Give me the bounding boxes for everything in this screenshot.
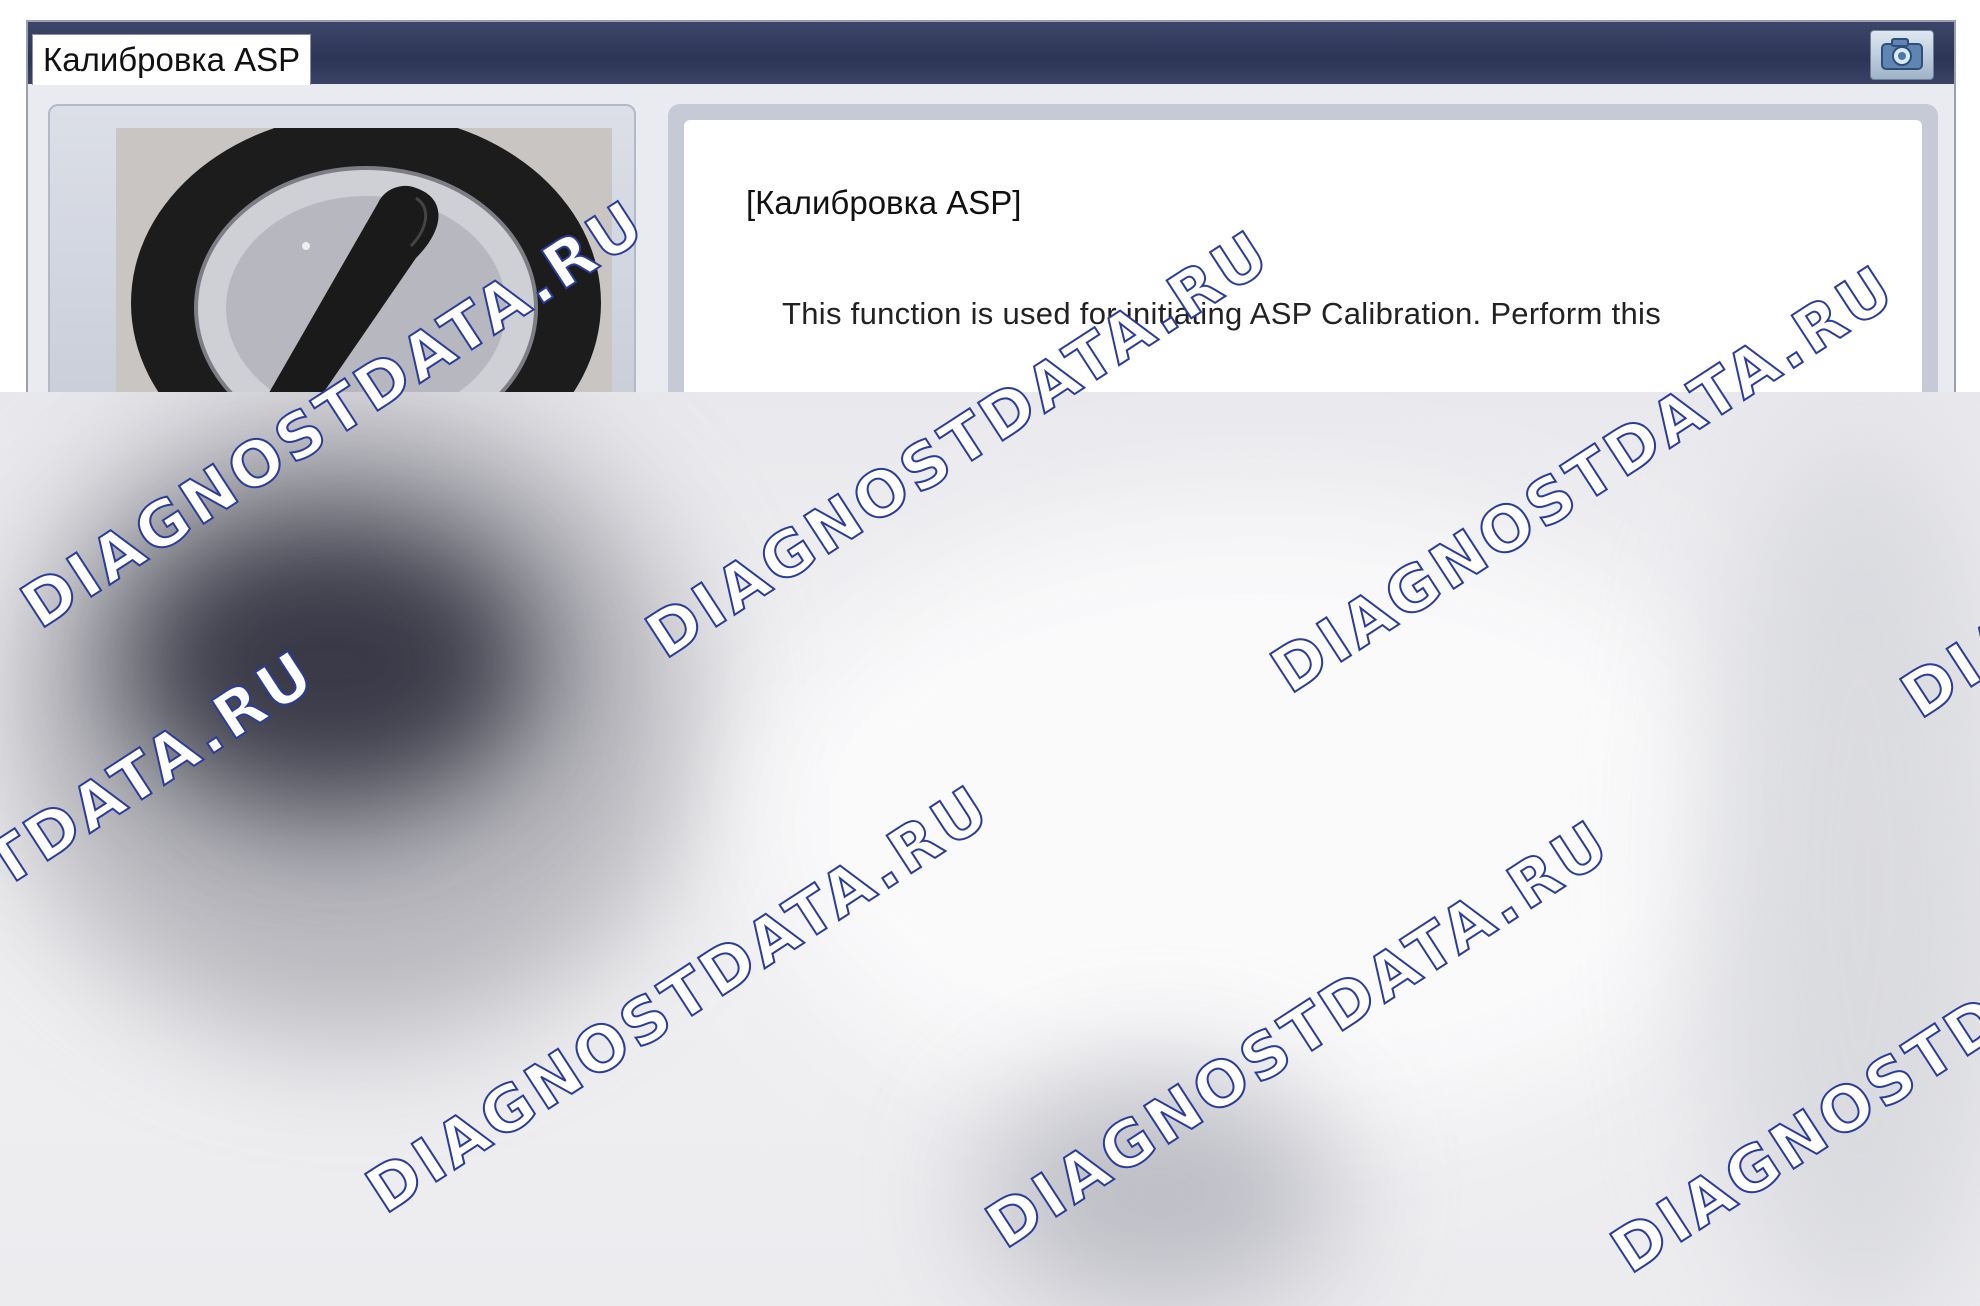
- screenshot-button[interactable]: [1870, 30, 1934, 80]
- blurred-area: [0, 392, 1980, 1306]
- asp-calibration-window: Калибровка ASP [Калибровка ASP] This fun…: [26, 20, 1956, 428]
- window-title-tab[interactable]: Калибровка ASP: [32, 34, 312, 85]
- description-content: [Калибровка ASP] This function is used f…: [684, 120, 1922, 424]
- ignition-switch-image: [116, 128, 612, 428]
- camera-icon: [1881, 38, 1923, 70]
- description-text: This function is used for initiating ASP…: [782, 296, 1662, 331]
- description-panel: [Калибровка ASP] This function is used f…: [668, 104, 1938, 424]
- image-panel: [48, 104, 636, 428]
- window-titlebar: Калибровка ASP: [28, 22, 1954, 85]
- description-heading: [Калибровка ASP]: [746, 184, 1022, 221]
